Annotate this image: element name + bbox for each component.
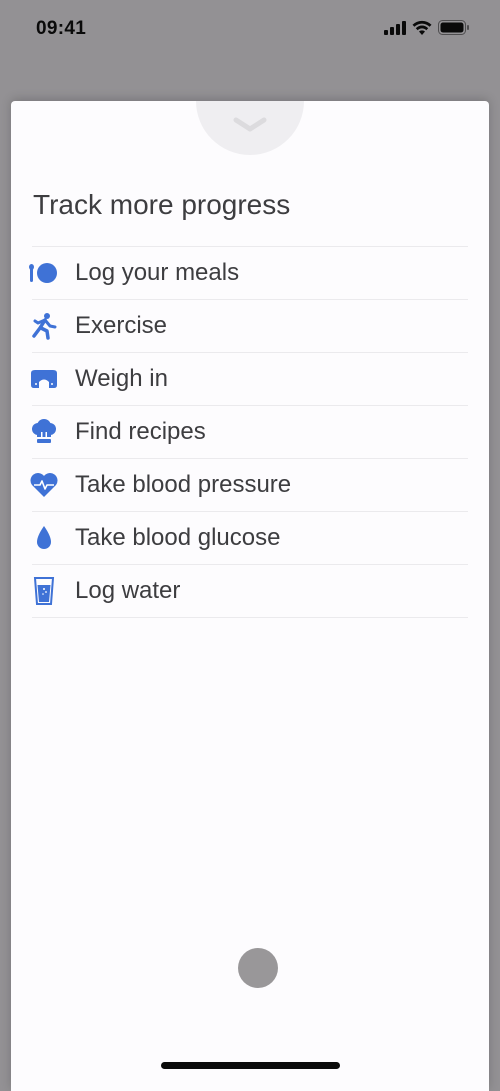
list-item-label: Weigh in	[75, 365, 168, 392]
list-item-label: Log your meals	[75, 259, 240, 286]
sheet-title: Track more progress	[33, 189, 291, 220]
chevron-down-icon	[233, 117, 267, 132]
status-bar: 09:41	[0, 0, 500, 60]
dismiss-sheet-button[interactable]	[196, 101, 304, 155]
list-item-label: Exercise	[75, 312, 168, 339]
plate-utensil-icon	[26, 255, 62, 291]
wifi-icon	[412, 20, 432, 40]
status-icons	[384, 20, 470, 40]
heart-pulse-icon	[26, 467, 62, 503]
track-progress-sheet: Track more progress Log your meals Exerc…	[11, 101, 489, 1091]
scale-icon	[26, 361, 62, 397]
list-item-label: Find recipes	[75, 418, 206, 445]
list-item-label: Log water	[75, 577, 181, 604]
list-item-log-water[interactable]: Log water	[32, 565, 468, 618]
list-item-find-recipes[interactable]: Find recipes	[32, 406, 468, 459]
running-person-icon	[26, 308, 62, 344]
battery-icon	[438, 20, 470, 40]
list-item-log-meals[interactable]: Log your meals	[29, 247, 468, 300]
list-item-blood-pressure[interactable]: Take blood pressure	[30, 459, 468, 512]
list-item-label: Take blood pressure	[75, 471, 292, 498]
water-glass-icon	[26, 573, 62, 609]
list-item-blood-glucose[interactable]: Take blood glucose	[32, 512, 468, 565]
tracking-options-list: Log your meals Exercise Weigh in Find re…	[29, 246, 468, 618]
status-time: 09:41	[36, 18, 87, 39]
drop-icon	[26, 520, 62, 556]
chef-hat-icon	[26, 414, 62, 450]
list-item-weigh-in[interactable]: Weigh in	[31, 353, 468, 406]
list-item-exercise[interactable]: Exercise	[32, 300, 468, 353]
list-item-label: Take blood glucose	[75, 524, 281, 551]
home-indicator[interactable]	[161, 1062, 340, 1069]
floating-touch-button[interactable]	[238, 948, 278, 988]
cellular-signal-icon	[384, 20, 406, 40]
